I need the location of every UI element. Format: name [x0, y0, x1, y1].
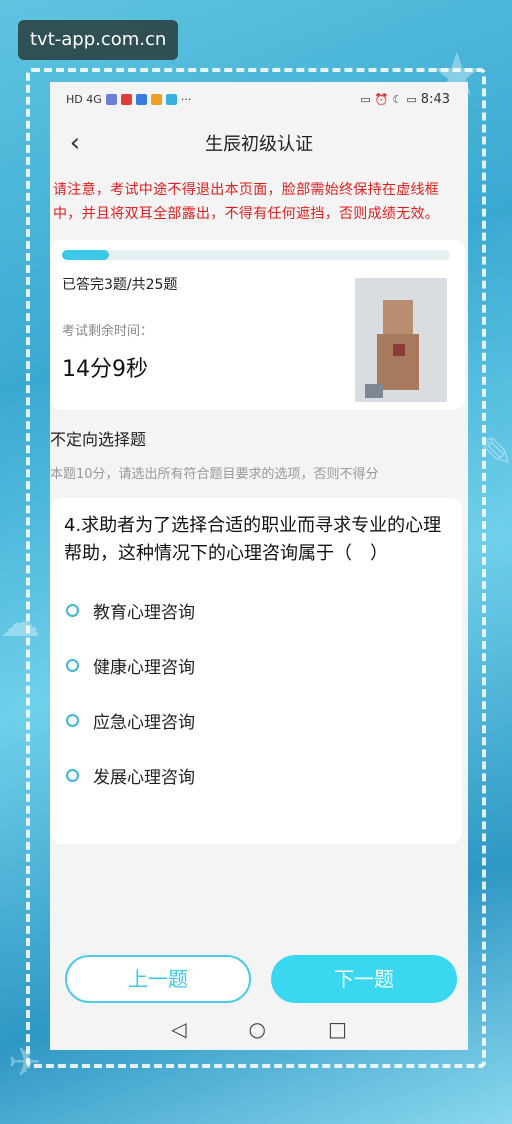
question-text: 4.求助者为了选择合适的职业而寻求专业的心理帮助，这种情况下的心理咨询属于（ ） [64, 515, 442, 564]
option-item[interactable]: 教育心理咨询 [64, 598, 448, 623]
app-notification-icon [135, 93, 147, 105]
radio-icon[interactable] [66, 604, 79, 617]
recents-square-icon[interactable]: □ [328, 1017, 347, 1041]
page-title: 生辰初级认证 [205, 134, 313, 155]
question-card: 4.求助者为了选择合适的职业而寻求专业的心理帮助，这种情况下的心理咨询属于（ ）… [50, 498, 462, 844]
cast-icon: ▭ [360, 92, 371, 106]
prev-question-button[interactable]: 上一题 [65, 955, 251, 1003]
status-right: ▭ ⏰ ☾ ▭ 8:43 [360, 92, 450, 107]
battery-icon: ▭ [406, 92, 417, 106]
next-question-button[interactable]: 下一题 [271, 955, 457, 1003]
option-label: 教育心理咨询 [93, 603, 195, 623]
pixelated-detail [393, 344, 405, 356]
pixelated-body [377, 334, 419, 390]
question-description: 本题10分，请选出所有符合题目要求的选项，否则不得分 [50, 467, 379, 482]
radio-icon[interactable] [66, 659, 79, 672]
status-time: 8:43 [420, 91, 450, 107]
network-label: HD 4G [66, 92, 102, 106]
option-item[interactable]: 健康心理咨询 [64, 653, 448, 678]
back-triangle-icon[interactable]: ◁ [171, 1017, 186, 1041]
status-bar: HD 4G ··· ▭ ⏰ ☾ ▭ 8:43 [50, 82, 468, 116]
watermark: tvt-app.com.cn [18, 20, 179, 60]
radio-icon[interactable] [66, 769, 79, 782]
app-notification-icon [165, 93, 177, 105]
home-circle-icon[interactable]: ○ [249, 1017, 266, 1041]
alarm-icon: ⏰ [374, 92, 389, 106]
system-nav-bar: ◁ ○ □ [50, 1008, 468, 1050]
option-item[interactable]: 发展心理咨询 [64, 763, 448, 788]
app-notification-icon [120, 93, 132, 105]
chevron-left-icon[interactable]: ‹ [58, 126, 92, 160]
status-left: HD 4G ··· [66, 93, 191, 106]
radio-icon[interactable] [66, 714, 79, 727]
option-item[interactable]: 应急心理咨询 [64, 708, 448, 733]
progress-bar [62, 250, 450, 260]
button-row: 上一题 下一题 [65, 955, 457, 1003]
option-label: 发展心理咨询 [93, 768, 195, 788]
option-label: 应急心理咨询 [93, 713, 195, 733]
camera-preview [355, 278, 447, 402]
progress-fill [62, 250, 109, 260]
app-notification-icon [105, 93, 117, 105]
phone-screen: HD 4G ··· ▭ ⏰ ☾ ▭ 8:43 ‹ 生辰初级认证 请注意，考试中途… [50, 82, 468, 1050]
exam-info-card: 已答完3题/共25题 考试剩余时间： 14分9秒 [50, 240, 465, 410]
pixelated-shadow [365, 384, 383, 398]
moon-icon: ☾ [392, 92, 403, 106]
app-notification-icon [150, 93, 162, 105]
option-label: 健康心理咨询 [93, 658, 195, 678]
pixelated-face [383, 300, 413, 334]
navbar: ‹ 生辰初级认证 [50, 116, 468, 170]
question-type: 不定向选择题 [50, 430, 147, 449]
more-notifications: ··· [180, 92, 192, 106]
warning-text: 请注意，考试中途不得退出本页面，脸部需始终保持在虚线框中，并且将双耳全部露出，不… [53, 182, 440, 222]
